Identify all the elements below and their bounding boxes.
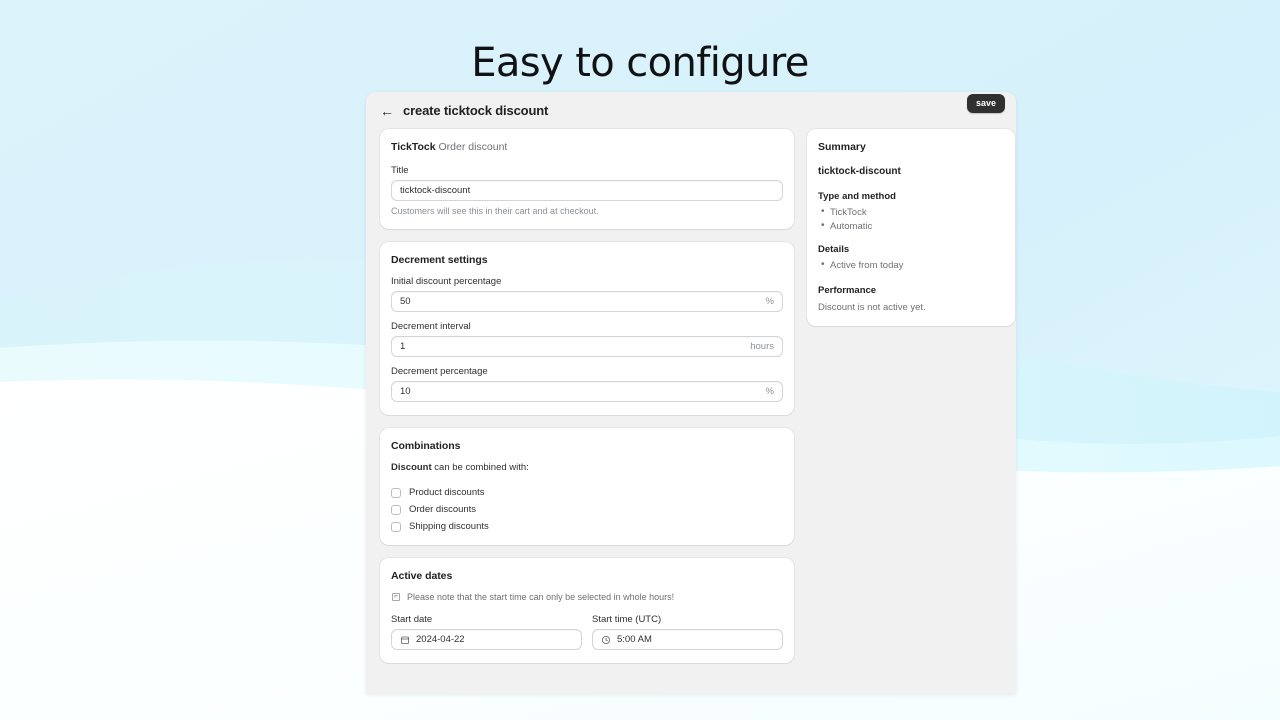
start-date-value: 2024-04-22	[416, 634, 465, 645]
initial-discount-percentage-label: Initial discount percentage	[391, 276, 502, 287]
checkbox-row-shipping-discounts[interactable]: Shipping discounts	[391, 521, 783, 532]
summary-details-item: Active from today	[818, 259, 1004, 271]
initial-discount-percentage-suffix: %	[765, 296, 774, 307]
decrement-percentage-value: 10	[400, 386, 411, 397]
arrow-left-icon[interactable]: ←	[380, 104, 394, 118]
summary-details-heading: Details	[818, 244, 850, 255]
combinations-card: Combinations Discount can be combined wi…	[380, 428, 794, 545]
decrement-settings-card: Decrement settings Initial discount perc…	[380, 242, 794, 415]
checkbox-product-discounts[interactable]	[391, 487, 401, 498]
decrement-percentage-input[interactable]: 10 %	[391, 381, 783, 402]
combinations-description-rest: can be combined with:	[434, 462, 529, 473]
start-time-label: Start time (UTC)	[592, 614, 662, 625]
app-topbar: ← create ticktock discount save	[366, 92, 1016, 129]
calendar-icon	[400, 635, 410, 645]
start-time-block: Start time (UTC) 5:00 AM	[592, 614, 783, 650]
clock-icon	[601, 635, 611, 645]
combinations-description: Discount can be combined with:	[391, 462, 783, 473]
summary-type-item: Automatic	[818, 220, 1004, 232]
summary-type-item: TickTock	[818, 206, 1004, 218]
save-button[interactable]: save	[966, 94, 1005, 113]
decrement-interval-value: 1	[400, 341, 406, 352]
checkbox-label-order-discounts: Order discounts	[409, 504, 477, 515]
checkbox-shipping-discounts[interactable]	[391, 521, 401, 532]
active-dates-card: Active dates Please note that the start …	[380, 558, 794, 663]
title-field-block: Title ticktock-discount Customers will s…	[391, 165, 783, 216]
decrement-interval-suffix: hours	[750, 341, 774, 352]
decrement-interval-label: Decrement interval	[391, 321, 471, 332]
combinations-description-strong: Discount	[391, 462, 432, 473]
decrement-percentage-block: Decrement percentage 10 %	[391, 366, 783, 402]
initial-discount-percentage-block: Initial discount percentage 50 %	[391, 276, 783, 312]
start-date-block: Start date 2024-04-22	[391, 614, 582, 650]
checkbox-label-shipping-discounts: Shipping discounts	[409, 521, 489, 532]
discount-app-name: TickTock	[391, 141, 436, 153]
checkbox-label-product-discounts: Product discounts	[409, 487, 485, 498]
summary-heading: Summary	[818, 141, 866, 153]
checkbox-order-discounts[interactable]	[391, 504, 401, 515]
app-window: ← create ticktock discount save TickTock…	[366, 92, 1016, 694]
title-help-text: Customers will see this in their cart an…	[391, 206, 599, 216]
note-icon	[391, 592, 401, 602]
decrement-percentage-suffix: %	[765, 386, 774, 397]
active-dates-grid: Start date 2024-04-22 Start time (UTC) 5…	[391, 614, 783, 650]
summary-performance-text: Discount is not active yet.	[818, 302, 926, 313]
initial-discount-percentage-value: 50	[400, 296, 411, 307]
summary-card: Summary ticktock-discount Type and metho…	[807, 129, 1015, 326]
initial-discount-percentage-input[interactable]: 50 %	[391, 291, 783, 312]
method-card: TickTock Order discount Title ticktock-d…	[380, 129, 794, 229]
discount-type-label: Order discount	[438, 141, 508, 153]
app-page-title: create ticktock discount	[403, 103, 549, 118]
discount-type-eyebrow: TickTock Order discount	[391, 141, 783, 153]
summary-details-list: Active from today	[818, 259, 1004, 271]
start-time-value: 5:00 AM	[617, 634, 652, 645]
start-date-input[interactable]: 2024-04-22	[391, 629, 582, 650]
decrement-settings-heading: Decrement settings	[391, 254, 488, 266]
decrement-interval-input[interactable]: 1 hours	[391, 336, 783, 357]
app-body: TickTock Order discount Title ticktock-d…	[366, 129, 1016, 676]
summary-discount-name: ticktock-discount	[818, 166, 901, 177]
decrement-percentage-label: Decrement percentage	[391, 366, 488, 377]
active-dates-note-text: Please note that the start time can only…	[407, 592, 675, 602]
checkbox-row-product-discounts[interactable]: Product discounts	[391, 487, 783, 498]
title-label: Title	[391, 165, 409, 176]
page-title: Easy to configure	[471, 40, 809, 86]
summary-performance-heading: Performance	[818, 285, 877, 296]
start-date-label: Start date	[391, 614, 433, 625]
title-input[interactable]: ticktock-discount	[391, 180, 783, 201]
start-time-input[interactable]: 5:00 AM	[592, 629, 783, 650]
active-dates-note: Please note that the start time can only…	[391, 592, 783, 602]
main-column: TickTock Order discount Title ticktock-d…	[380, 129, 794, 676]
summary-type-heading: Type and method	[818, 191, 896, 202]
decrement-interval-block: Decrement interval 1 hours	[391, 321, 783, 357]
combinations-heading: Combinations	[391, 440, 461, 452]
title-input-value: ticktock-discount	[400, 185, 471, 196]
side-column: Summary ticktock-discount Type and metho…	[807, 129, 1015, 339]
summary-type-list: TickTock Automatic	[818, 206, 1004, 232]
active-dates-heading: Active dates	[391, 570, 453, 582]
checkbox-row-order-discounts[interactable]: Order discounts	[391, 504, 783, 515]
